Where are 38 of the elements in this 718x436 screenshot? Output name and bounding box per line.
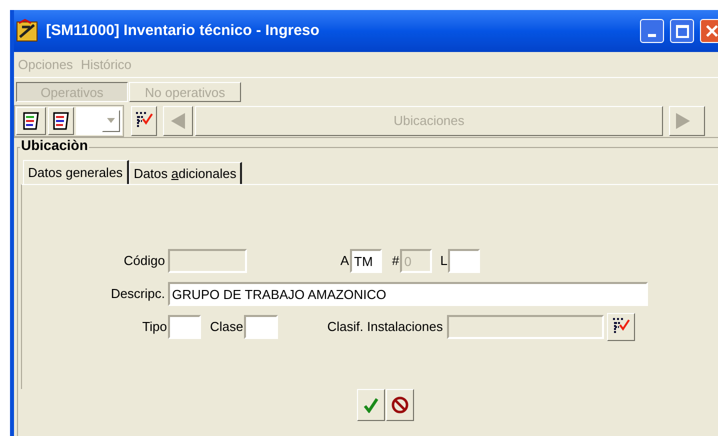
field-label: #: [392, 252, 400, 270]
filter-button[interactable]: [606, 313, 635, 341]
toolbar-button[interactable]: [16, 106, 46, 134]
description-field[interactable]: GRUPO DE TRABAJO AMAZONICO: [168, 282, 648, 306]
field-label: L: [440, 252, 448, 270]
window-title: [SM11000] Inventario técnico - Ingreso: [46, 20, 320, 41]
app-icon: [16, 19, 40, 43]
toolbar-button[interactable]: [48, 106, 74, 134]
maximize-button[interactable]: [670, 19, 694, 43]
dropdown[interactable]: [76, 106, 122, 134]
field-label: Tipo: [142, 318, 167, 336]
left-arrow-icon: [171, 112, 185, 128]
check-icon: [363, 397, 379, 413]
document-icon: [52, 112, 70, 130]
text-field[interactable]: [168, 315, 201, 339]
tab[interactable]: Datos adicionales: [128, 162, 242, 184]
text-field[interactable]: TM: [350, 249, 382, 273]
field-label: Descripc.: [110, 285, 165, 304]
previous-button[interactable]: [163, 106, 193, 136]
close-button[interactable]: [700, 19, 718, 43]
tab[interactable]: Datos generales: [23, 160, 129, 184]
next-button[interactable]: [669, 106, 705, 136]
minimize-button[interactable]: [640, 19, 664, 43]
group-title: Ubicaciòn: [20, 138, 89, 152]
field-label: Clasif. Instalaciones: [327, 318, 443, 336]
field-label: Clase: [210, 318, 244, 336]
text-field[interactable]: [448, 249, 480, 273]
field-label: Código: [124, 252, 165, 270]
field-label: A: [340, 252, 349, 270]
accept-button[interactable]: [357, 389, 385, 421]
text-field[interactable]: [244, 315, 278, 339]
document-icon: [22, 112, 40, 130]
cancel-icon: [391, 396, 409, 414]
right-arrow-icon: [676, 112, 690, 128]
close-icon: [705, 24, 718, 38]
navigator-bar: Ubicaciones: [195, 106, 663, 136]
filter-button[interactable]: [131, 106, 157, 136]
cancel-button[interactable]: [386, 389, 414, 421]
